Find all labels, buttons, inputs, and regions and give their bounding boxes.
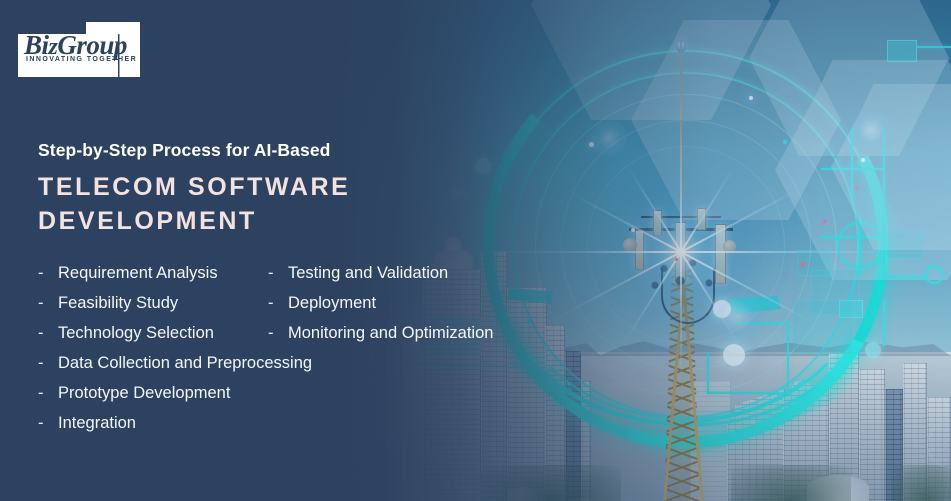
brand-logo[interactable]: BizGroup INNOVATING TOGETHER	[18, 22, 140, 77]
bullet-dash: -	[38, 264, 44, 282]
list-item-label: Deployment	[288, 294, 377, 312]
bullet-dash: -	[38, 384, 44, 402]
content-panel: BizGroup INNOVATING TOGETHER Step-by-Ste…	[0, 0, 620, 501]
brand-name: BizGroup	[24, 32, 127, 60]
page-title-line-2: DEVELOPMENT	[38, 207, 257, 235]
list-item-label: Technology Selection	[58, 324, 214, 342]
bullet-dash: -	[268, 294, 274, 312]
process-steps-column-right: - Testing and Validation - Deployment - …	[268, 258, 558, 348]
list-item-label: Integration	[58, 414, 136, 432]
list-item-label: Data Collection and Preprocessing	[58, 354, 313, 372]
page-title: TELECOM SOFTWARE DEVELOPMENT	[38, 170, 458, 238]
bullet-dash: -	[268, 324, 274, 342]
list-item-label: Testing and Validation	[288, 264, 449, 282]
list-item-label: Requirement Analysis	[58, 264, 218, 282]
process-steps-column-left: - Requirement Analysis - Feasibility Stu…	[38, 258, 312, 438]
telecom-banner: BizGroup INNOVATING TOGETHER Step-by-Ste…	[0, 0, 951, 501]
list-item-label: Monitoring and Optimization	[288, 324, 494, 342]
list-item: - Testing and Validation	[268, 258, 558, 288]
list-item: - Deployment	[268, 288, 558, 318]
list-item-label: Feasibility Study	[58, 294, 179, 312]
list-item: - Prototype Development	[38, 378, 278, 408]
bullet-dash: -	[38, 294, 44, 312]
list-item: - Monitoring and Optimization	[268, 318, 558, 348]
list-item: - Integration	[38, 408, 278, 438]
bullet-dash: -	[268, 264, 274, 282]
headline-kicker: Step-by-Step Process for AI-Based	[38, 140, 331, 160]
list-item: - Feasibility Study	[38, 288, 278, 318]
list-item: - Data Collection and Preprocessing	[38, 348, 312, 378]
list-item-label: Prototype Development	[58, 384, 231, 402]
bullet-dash: -	[38, 414, 44, 432]
bullet-dash: -	[38, 324, 44, 342]
bullet-dash: -	[38, 354, 44, 372]
list-item: - Requirement Analysis	[38, 258, 278, 288]
list-item: - Technology Selection	[38, 318, 278, 348]
page-title-line-1: TELECOM SOFTWARE	[38, 173, 351, 201]
brand-tagline: INNOVATING TOGETHER	[26, 56, 138, 63]
